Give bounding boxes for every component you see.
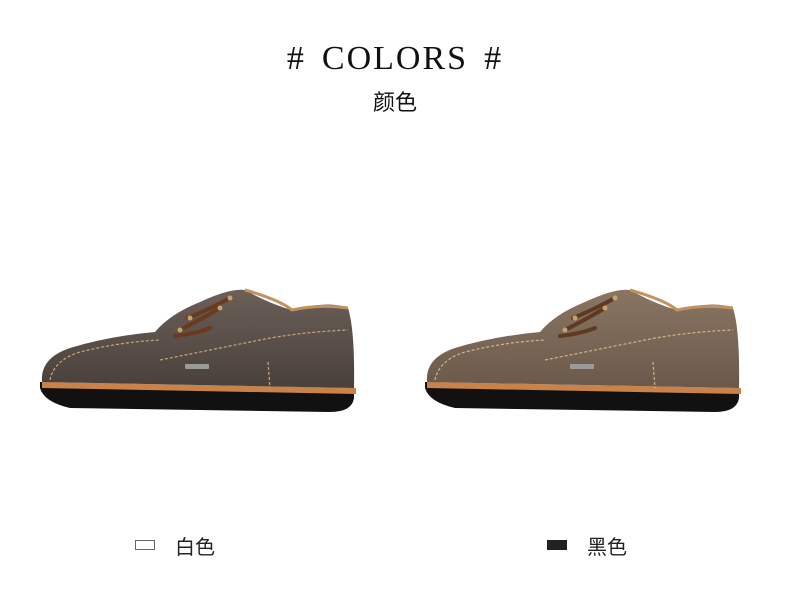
title-hash-left: # [286,40,306,77]
color-option-white[interactable]: 白色 [135,530,215,560]
color-option-black[interactable]: 黑色 [547,530,627,560]
white-swatch-icon [135,540,155,550]
section-title: # COLORS # [0,40,790,78]
title-text: COLORS [321,40,469,77]
shoe-image-taupe [425,288,741,412]
shoe-image-dark [40,288,356,412]
section-subtitle: 颜色 [372,91,417,116]
black-swatch-icon [547,540,567,550]
color-label-white: 白色 [175,534,215,559]
title-hash-right: # [484,40,504,77]
color-label-black: 黑色 [587,534,627,559]
